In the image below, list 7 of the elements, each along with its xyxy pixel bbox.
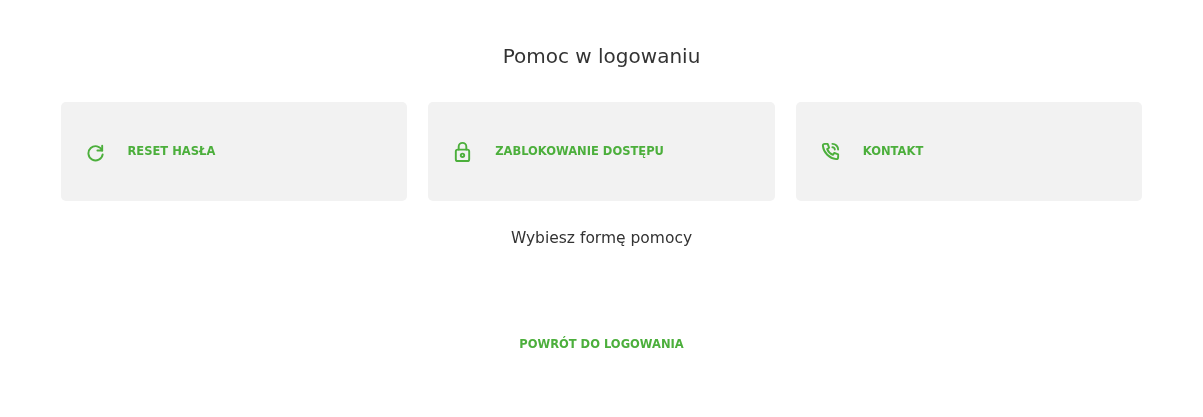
phone-icon (819, 141, 841, 162)
help-option-button[interactable]: RESET HASŁA (60, 102, 408, 201)
page-title: Pomoc w logowaniu (501, 44, 702, 68)
back-to-login-link[interactable]: POWRÓT DO LOGOWANIA (519, 336, 684, 354)
help-option-button[interactable]: ZABLOKOWANIE DOSTĘPU (428, 102, 775, 201)
help-option-button[interactable]: KONTAKT (795, 102, 1143, 201)
subtitle: Wybiesz formę pomocy (509, 228, 694, 249)
